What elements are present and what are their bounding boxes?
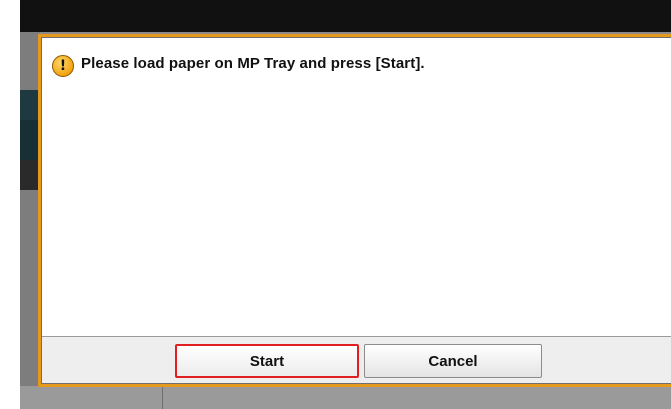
background-panel-left [20,32,40,409]
start-button[interactable]: Start [175,344,359,378]
warning-icon: ! [52,55,74,77]
dialog-button-bar: Start Cancel [42,336,671,383]
divider [162,386,163,409]
background-band [20,160,40,190]
dialog-message: Please load paper on MP Tray and press [… [81,54,425,72]
message-row: ! Please load paper on MP Tray and press… [52,49,425,77]
paper-load-dialog: ! Please load paper on MP Tray and press… [38,34,671,387]
cancel-button[interactable]: Cancel [364,344,542,378]
background-bottom-bar [20,386,671,409]
background-band [20,90,40,120]
top-status-bar [20,0,671,32]
background-band [20,120,40,160]
dialog-body: ! Please load paper on MP Tray and press… [41,37,671,384]
